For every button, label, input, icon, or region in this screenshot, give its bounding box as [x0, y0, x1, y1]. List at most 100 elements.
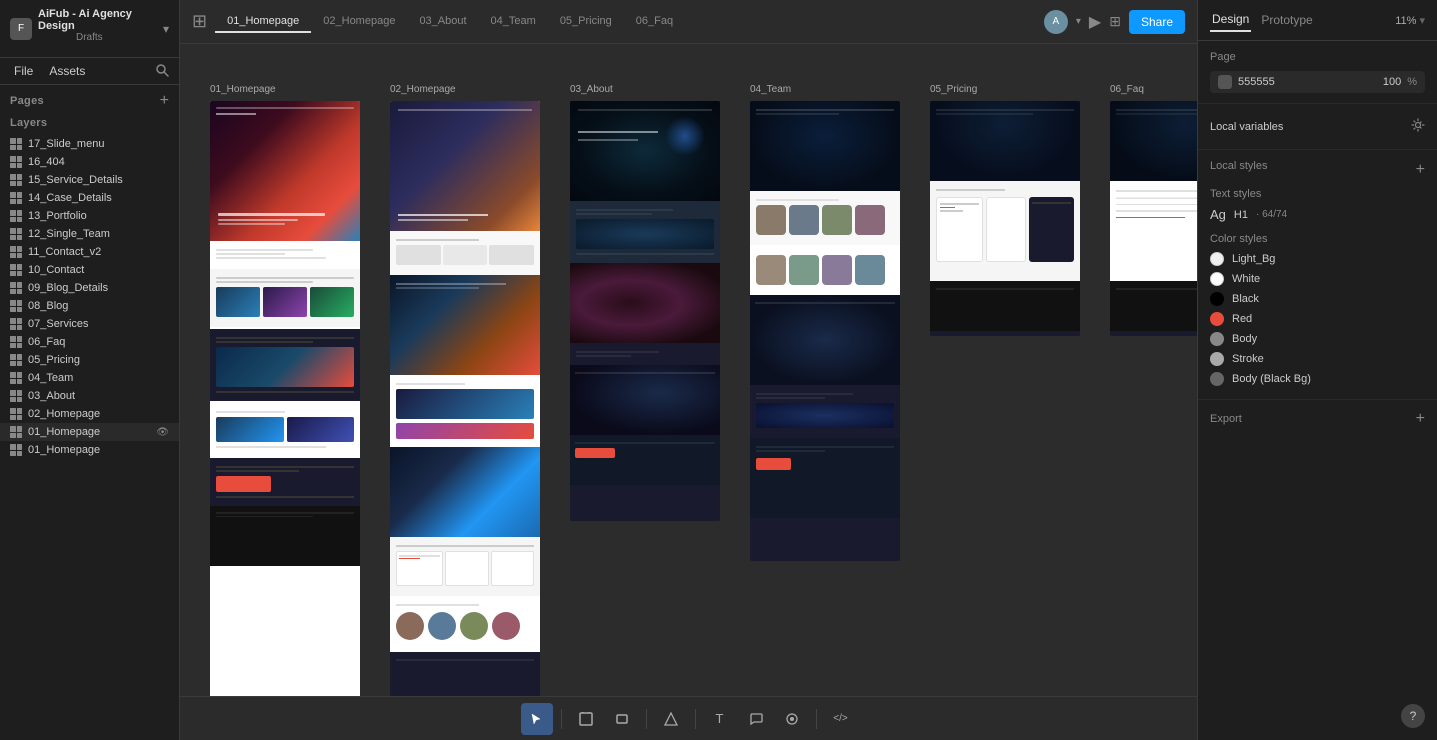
pen-tool[interactable] [655, 703, 687, 735]
add-style-button[interactable]: + [1416, 162, 1425, 178]
color-dot [1210, 292, 1224, 306]
page-tab-02homepage[interactable]: 02_Homepage [311, 11, 407, 33]
color-dot [1210, 332, 1224, 346]
layer-item[interactable]: 08_Blog [0, 297, 179, 315]
text-style-name: H1 [1234, 209, 1248, 221]
color-dot [1210, 372, 1224, 386]
layer-item[interactable]: 07_Services [0, 315, 179, 333]
frame-card[interactable] [930, 101, 1080, 336]
frame-label: 02_Homepage [390, 84, 456, 95]
layer-item[interactable]: 16_404 [0, 153, 179, 171]
text-style-info: · 64/74 [1256, 209, 1287, 220]
layer-01-homepage-visible[interactable]: 01_Homepage 👁 [0, 423, 179, 441]
frame-label: 05_Pricing [930, 84, 977, 95]
add-export-button[interactable]: + [1416, 410, 1425, 428]
layers-list: 17_Slide_menu 16_404 15_Service_Details … [0, 133, 179, 740]
color-dot [1210, 312, 1224, 326]
left-sidebar: F AiFub - Ai Agency Design Drafts ▾ File… [0, 0, 180, 740]
project-name[interactable]: AiFub - Ai Agency Design [38, 8, 157, 32]
figma-logo[interactable]: F [10, 18, 32, 40]
layer-item[interactable]: 14_Case_Details [0, 189, 179, 207]
frame-card[interactable] [1110, 101, 1197, 336]
file-assets-bar: File Assets [0, 58, 179, 85]
page-tab-01homepage[interactable]: 01_Homepage [215, 11, 311, 33]
file-menu[interactable]: File [10, 62, 37, 80]
local-styles-title: Local styles [1210, 160, 1267, 172]
toolbar-divider [561, 709, 562, 729]
frame-card[interactable] [750, 101, 900, 561]
help-button[interactable]: ? [1401, 704, 1425, 728]
code-tool[interactable]: </> [825, 703, 857, 735]
color-style-body[interactable]: Body [1210, 329, 1425, 349]
page-tab-04team[interactable]: 04_Team [479, 11, 548, 33]
color-dot [1210, 352, 1224, 366]
local-variables-button[interactable]: Local variables [1210, 114, 1425, 139]
frame-label: 01_Homepage [210, 84, 276, 95]
toolbar-divider [646, 709, 647, 729]
expand-icon[interactable]: ⊞ [1109, 13, 1121, 30]
share-button[interactable]: Share [1129, 10, 1185, 34]
export-header: Export + [1210, 410, 1425, 428]
export-title: Export [1210, 413, 1242, 425]
color-style-name: Red [1232, 313, 1252, 325]
text-style-h1[interactable]: Ag H1 · 64/74 [1210, 204, 1425, 225]
layer-item[interactable]: 11_Contact_v2 [0, 243, 179, 261]
frame-01homepage: 01_Homepage [210, 84, 360, 696]
layer-item[interactable]: 01_Homepage [0, 441, 179, 459]
search-button[interactable] [155, 63, 169, 80]
layers-title: Layers [10, 117, 47, 129]
page-tabs: 01_Homepage 02_Homepage 03_About 04_Team… [215, 11, 1036, 33]
zoom-control[interactable]: 11% ▾ [1395, 14, 1425, 27]
text-styles-title: Text styles [1210, 188, 1425, 200]
frame-tool[interactable] [570, 703, 602, 735]
comment-tool[interactable] [740, 703, 772, 735]
layer-item[interactable]: 12_Single_Team [0, 225, 179, 243]
prototype-tab[interactable]: Prototype [1259, 9, 1314, 31]
layer-item[interactable]: 13_Portfolio [0, 207, 179, 225]
grid-view-icon[interactable]: ⊞ [192, 11, 207, 32]
pages-title: Pages [10, 95, 44, 107]
layer-15-service-details[interactable]: 15_Service_Details [0, 171, 179, 189]
project-caret[interactable]: ▾ [163, 22, 169, 36]
page-tab-06faq[interactable]: 06_Faq [624, 11, 685, 33]
color-style-red[interactable]: Red [1210, 309, 1425, 329]
color-style-black[interactable]: Black [1210, 289, 1425, 309]
local-styles-header: Local styles + [1210, 160, 1425, 180]
local-styles-section: Local styles + Text styles Ag H1 · 64/74… [1198, 150, 1437, 400]
layer-item[interactable]: 10_Contact [0, 261, 179, 279]
component-tool[interactable] [776, 703, 808, 735]
select-tool[interactable] [521, 703, 553, 735]
rectangle-tool[interactable] [606, 703, 638, 735]
layer-item[interactable]: 03_About [0, 387, 179, 405]
layer-item[interactable]: 06_Faq [0, 333, 179, 351]
color-style-stroke[interactable]: Stroke [1210, 349, 1425, 369]
frame-card[interactable] [210, 101, 360, 696]
avatar-caret[interactable]: ▾ [1076, 16, 1081, 27]
frame-04team: 04_Team [750, 84, 900, 561]
color-styles-subsection: Color styles Light_Bg White Black Red Bo… [1210, 233, 1425, 389]
page-tab-05pricing[interactable]: 05_Pricing [548, 11, 624, 33]
play-button[interactable]: ▶ [1089, 12, 1101, 32]
color-style-body-black-bg[interactable]: Body (Black Bg) [1210, 369, 1425, 389]
layer-item[interactable]: 02_Homepage [0, 405, 179, 423]
color-style-white[interactable]: White [1210, 269, 1425, 289]
color-dot [1210, 252, 1224, 266]
assets-menu[interactable]: Assets [45, 62, 89, 80]
frame-card[interactable] [570, 101, 720, 521]
add-page-button[interactable]: + [160, 93, 169, 109]
bottom-toolbar: T </> [180, 696, 1197, 740]
layer-item[interactable]: 04_Team [0, 369, 179, 387]
main-canvas: ⊞ 01_Homepage 02_Homepage 03_About 04_Te… [180, 0, 1197, 740]
color-style-light-bg[interactable]: Light_Bg [1210, 249, 1425, 269]
canvas-scroll[interactable]: 01_Homepage [180, 44, 1197, 696]
layer-item[interactable]: 09_Blog_Details [0, 279, 179, 297]
design-tab[interactable]: Design [1210, 8, 1251, 32]
frame-card[interactable] [390, 101, 540, 696]
layer-item[interactable]: 17_Slide_menu [0, 135, 179, 153]
text-style-ag: Ag [1210, 207, 1226, 222]
page-color-input[interactable]: 555555 100 % [1210, 71, 1425, 93]
toolbar-divider [695, 709, 696, 729]
text-tool[interactable]: T [704, 703, 736, 735]
layer-item[interactable]: 05_Pricing [0, 351, 179, 369]
page-tab-03about[interactable]: 03_About [407, 11, 478, 33]
